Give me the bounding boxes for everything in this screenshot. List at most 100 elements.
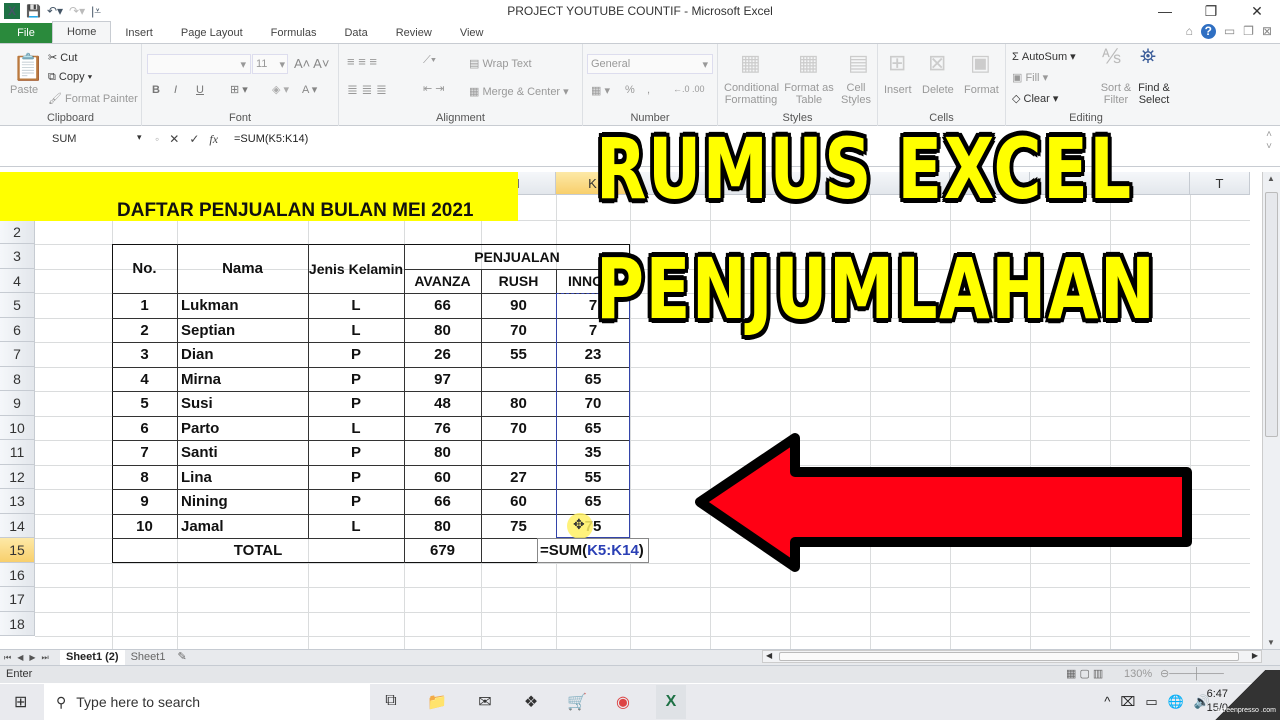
file-explorer-icon[interactable]: 📁 <box>426 692 448 712</box>
horizontal-scrollbar[interactable]: ◀ ▶ <box>762 650 1262 663</box>
sheet-tab-sheet1[interactable]: Sheet1 <box>125 650 172 665</box>
row-header[interactable]: 11 <box>0 440 35 465</box>
tray-expand-icon[interactable]: ^ <box>1104 694 1110 710</box>
row-header[interactable]: 1 <box>0 195 35 220</box>
battery-icon[interactable]: ▭ <box>1145 694 1157 710</box>
cut-button[interactable]: ✂ Cut <box>48 51 77 64</box>
chrome-icon[interactable]: ◉ <box>612 692 634 712</box>
number-format-dropdown[interactable]: General ▾ <box>587 54 713 74</box>
name-box[interactable]: SUM <box>0 129 148 149</box>
workbook-close-icon[interactable]: ⊠ <box>1262 24 1272 39</box>
row-header[interactable]: 16 <box>0 563 35 587</box>
scroll-up-icon[interactable]: ▲ <box>1267 174 1275 183</box>
conditional-formatting-button[interactable]: Conditional Formatting <box>724 82 779 106</box>
row-header[interactable]: 10 <box>0 416 35 440</box>
format-as-table-button[interactable]: Format as Table <box>784 82 834 106</box>
fill-button[interactable]: ▣ Fill ▾ <box>1012 71 1048 84</box>
row-header[interactable]: 15 <box>0 538 35 563</box>
network-icon[interactable]: 🌐 <box>1168 694 1184 710</box>
accounting-icon[interactable]: ▦ ▾ <box>591 84 610 97</box>
insert-sheet-icon[interactable]: ✎ <box>171 650 192 665</box>
grow-font-icon[interactable]: A˄ A˅ <box>294 56 329 71</box>
enter-formula-button[interactable]: ✓ <box>189 129 199 149</box>
row-header[interactable]: 7 <box>0 342 35 367</box>
merge-center-button[interactable]: ▦ Merge & Center ▾ <box>469 85 569 98</box>
format-cells-icon[interactable]: ▣ <box>970 50 991 76</box>
left-align-icon[interactable]: ≣ ≣ ≣ <box>347 82 387 98</box>
percent-button[interactable]: % <box>625 84 635 96</box>
zoom-level[interactable]: 130% <box>1124 666 1152 683</box>
formula-input[interactable]: =SUM(K5:K14) <box>234 129 308 149</box>
row-header[interactable]: 4 <box>0 269 35 293</box>
next-sheet-icon[interactable]: ▶ <box>29 653 35 663</box>
tab-home[interactable]: Home <box>52 21 112 43</box>
insert-cells-button[interactable]: Insert <box>884 84 912 96</box>
tab-page-layout[interactable]: Page Layout <box>167 23 257 43</box>
select-all-corner[interactable] <box>0 172 35 195</box>
format-cells-button[interactable]: Format <box>964 84 999 96</box>
formula-bar-handle-icon[interactable]: ◦ <box>155 129 159 149</box>
cancel-formula-button[interactable]: ✕ <box>169 129 179 149</box>
top-align-icon[interactable]: ≡ ≡ ≡ <box>347 54 377 69</box>
clear-button[interactable]: ◇ Clear ▾ <box>1012 92 1058 105</box>
decimal-icons[interactable]: ←.0 .00 <box>673 84 705 94</box>
workbook-minimize-icon[interactable]: ▭ <box>1224 24 1235 39</box>
sort-filter-button[interactable]: Sort & Filter <box>1098 82 1134 106</box>
tab-view[interactable]: View <box>446 23 498 43</box>
wrap-text-button[interactable]: ▤ Wrap Text <box>469 57 532 70</box>
horizontal-scroll-thumb[interactable] <box>779 652 1239 661</box>
prev-sheet-icon[interactable]: ◀ <box>17 653 23 663</box>
autosum-button[interactable]: Σ AutoSum ▾ <box>1012 50 1076 63</box>
column-header[interactable]: G <box>404 172 481 195</box>
row-header[interactable]: 3 <box>0 244 35 269</box>
column-header[interactable]: B <box>112 172 177 195</box>
task-view-icon[interactable]: ⧉ <box>380 692 402 712</box>
delete-cells-icon[interactable]: ⊠ <box>928 50 946 76</box>
tab-data[interactable]: Data <box>330 23 381 43</box>
windows-start-icon[interactable]: ⊞ <box>14 692 27 712</box>
sheet-tab-sheet1-2[interactable]: Sheet1 (2) <box>60 650 125 665</box>
insert-function-button[interactable]: fx <box>209 129 218 149</box>
column-header[interactable]: T <box>1190 172 1250 195</box>
delete-cells-button[interactable]: Delete <box>922 84 954 96</box>
last-sheet-icon[interactable]: ⏭ <box>42 653 49 663</box>
font-color-icon[interactable]: A ▾ <box>302 83 317 96</box>
row-header[interactable]: 13 <box>0 489 35 514</box>
excel-taskbar-icon[interactable]: X <box>656 685 686 719</box>
format-painter-button[interactable]: 🖌 Format Painter <box>48 92 138 105</box>
row-header[interactable]: 9 <box>0 391 35 416</box>
taskbar-search-box[interactable]: ⚲ Type here to search <box>44 684 370 720</box>
find-select-button[interactable]: Find & Select <box>1134 82 1174 106</box>
column-header[interactable]: I <box>481 172 556 195</box>
fill-color-icon[interactable]: ◈ ▾ <box>272 83 289 96</box>
italic-button[interactable]: I <box>174 84 177 96</box>
comma-button[interactable]: , <box>647 84 650 96</box>
tab-review[interactable]: Review <box>382 23 446 43</box>
name-box-dropdown-icon[interactable]: ▾ <box>137 132 142 143</box>
meet-icon[interactable]: ⌧ <box>1120 694 1135 710</box>
tab-formulas[interactable]: Formulas <box>257 23 331 43</box>
paste-button[interactable]: Paste <box>10 84 38 96</box>
minimize-button[interactable]: — <box>1142 0 1188 22</box>
cell-styles-button[interactable]: Cell Styles <box>838 82 874 106</box>
row-header[interactable]: 5 <box>0 293 35 318</box>
formula-bar-scroll-icon[interactable]: ˄ ˅ <box>1266 129 1272 153</box>
close-button[interactable]: ✕ <box>1234 0 1280 22</box>
view-buttons[interactable]: ▦ ▢ ▥ <box>1066 666 1103 683</box>
conditional-formatting-icon[interactable]: ▦ <box>740 50 761 76</box>
row-header[interactable]: 17 <box>0 587 35 612</box>
scroll-right-icon[interactable]: ▶ <box>1252 651 1258 660</box>
sort-filter-icon[interactable]: ⅍ <box>1102 46 1121 69</box>
orientation-icon[interactable]: ⟋▾ <box>423 54 436 67</box>
row-header[interactable]: 6 <box>0 318 35 342</box>
vertical-scroll-thumb[interactable] <box>1265 192 1278 437</box>
column-header[interactable]: E <box>308 172 404 195</box>
workbook-restore-icon[interactable]: ❐ <box>1243 24 1254 39</box>
row-header[interactable]: 2 <box>0 220 35 244</box>
scroll-down-icon[interactable]: ▼ <box>1267 638 1275 647</box>
find-select-icon[interactable]: ⛯ <box>1140 46 1156 69</box>
column-header[interactable]: A <box>35 172 112 195</box>
tab-insert[interactable]: Insert <box>111 23 167 43</box>
restore-button[interactable]: ❐ <box>1188 0 1234 22</box>
help-icon[interactable]: ? <box>1200 24 1216 39</box>
